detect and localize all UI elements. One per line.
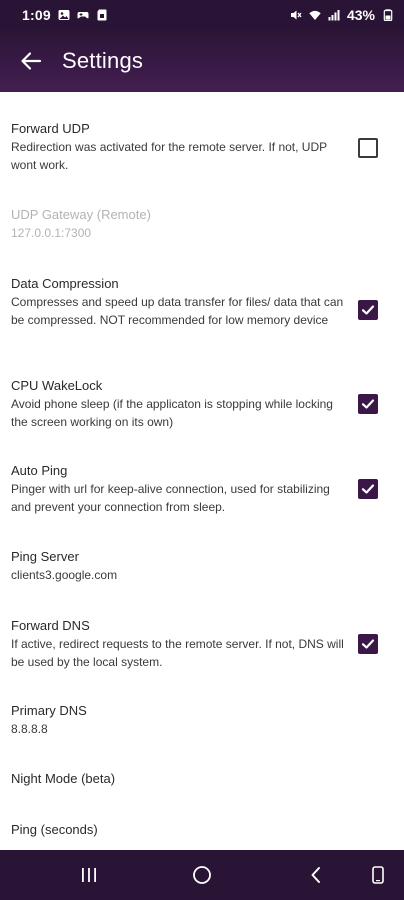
status-right: 43%: [290, 7, 394, 23]
battery-icon: [382, 9, 394, 21]
pref-summary: Pinger with url for keep-alive connectio…: [11, 482, 330, 514]
arrow-left-icon: [21, 52, 42, 70]
pref-summary: 8.8.8.8: [11, 722, 48, 736]
check-icon: [361, 305, 375, 315]
pref-title: Data Compression: [11, 276, 119, 291]
forward-dns-checkbox[interactable]: [358, 634, 378, 654]
status-time: 1:09: [22, 7, 51, 23]
navigation-bar: [0, 850, 404, 900]
pref-summary: If active, redirect requests to the remo…: [11, 637, 344, 669]
pref-title: Forward UDP: [11, 121, 90, 136]
sd-card-icon: [96, 9, 108, 21]
pref-title: Forward DNS: [11, 618, 90, 633]
rotate-screen-icon: [372, 866, 384, 884]
back-icon: [311, 867, 320, 883]
pref-auto-ping[interactable]: Auto Ping Pinger with url for keep-alive…: [0, 462, 404, 516]
auto-ping-checkbox[interactable]: [358, 479, 378, 499]
data-compression-checkbox[interactable]: [358, 300, 378, 320]
pref-summary: Compresses and speed up data transfer fo…: [11, 295, 344, 327]
forward-udp-checkbox[interactable]: [358, 138, 378, 158]
cpu-wakelock-checkbox[interactable]: [358, 394, 378, 414]
pref-data-compression[interactable]: Data Compression Compresses and speed up…: [0, 275, 404, 329]
pref-ping-seconds[interactable]: Ping (seconds): [0, 821, 404, 839]
pref-summary: Avoid phone sleep (if the applicaton is …: [11, 397, 333, 429]
signal-icon: [328, 9, 340, 21]
pref-udp-gateway: UDP Gateway (Remote) 127.0.0.1:7300: [0, 206, 404, 242]
pref-night-mode[interactable]: Night Mode (beta): [0, 770, 404, 788]
pref-cpu-wakelock[interactable]: CPU WakeLock Avoid phone sleep (if the a…: [0, 377, 404, 431]
pref-title: CPU WakeLock: [11, 378, 103, 393]
status-bar: 1:09 43%: [0, 0, 404, 30]
status-left: 1:09: [22, 7, 108, 23]
pref-forward-dns[interactable]: Forward DNS If active, redirect requests…: [0, 617, 404, 671]
pref-summary: 127.0.0.1:7300: [11, 226, 92, 240]
pref-title: Ping (seconds): [11, 822, 98, 837]
mute-icon: [290, 9, 302, 21]
rotate-screen-button[interactable]: [371, 865, 385, 885]
pref-primary-dns[interactable]: Primary DNS 8.8.8.8: [0, 702, 404, 738]
pref-ping-server[interactable]: Ping Server clients3.google.com: [0, 548, 404, 584]
pref-title: Auto Ping: [11, 463, 68, 478]
home-button[interactable]: [192, 865, 212, 885]
wifi-icon: [309, 9, 321, 21]
gamepad-icon: [77, 9, 89, 21]
check-icon: [361, 484, 375, 494]
pref-summary: clients3.google.com: [11, 568, 118, 582]
pref-title: Night Mode (beta): [11, 771, 116, 786]
recent-apps-icon: [82, 868, 96, 882]
page-title: Settings: [62, 48, 144, 73]
check-icon: [361, 399, 375, 409]
pref-forward-udp[interactable]: Forward UDP Redirection was activated fo…: [0, 120, 404, 174]
back-button[interactable]: [16, 46, 46, 76]
gallery-icon: [58, 9, 70, 21]
pref-summary: Redirection was activated for the remote…: [11, 140, 327, 172]
app-bar: Settings: [0, 30, 404, 92]
home-icon: [193, 866, 211, 884]
pref-title: Primary DNS: [11, 703, 87, 718]
pref-title: Ping Server: [11, 549, 79, 564]
battery-percent: 43%: [346, 7, 375, 23]
settings-list: Forward UDP Redirection was activated fo…: [0, 92, 404, 850]
system-back-button[interactable]: [309, 866, 323, 884]
recent-apps-button[interactable]: [80, 867, 98, 883]
check-icon: [361, 639, 375, 649]
pref-title: UDP Gateway (Remote): [11, 207, 151, 222]
